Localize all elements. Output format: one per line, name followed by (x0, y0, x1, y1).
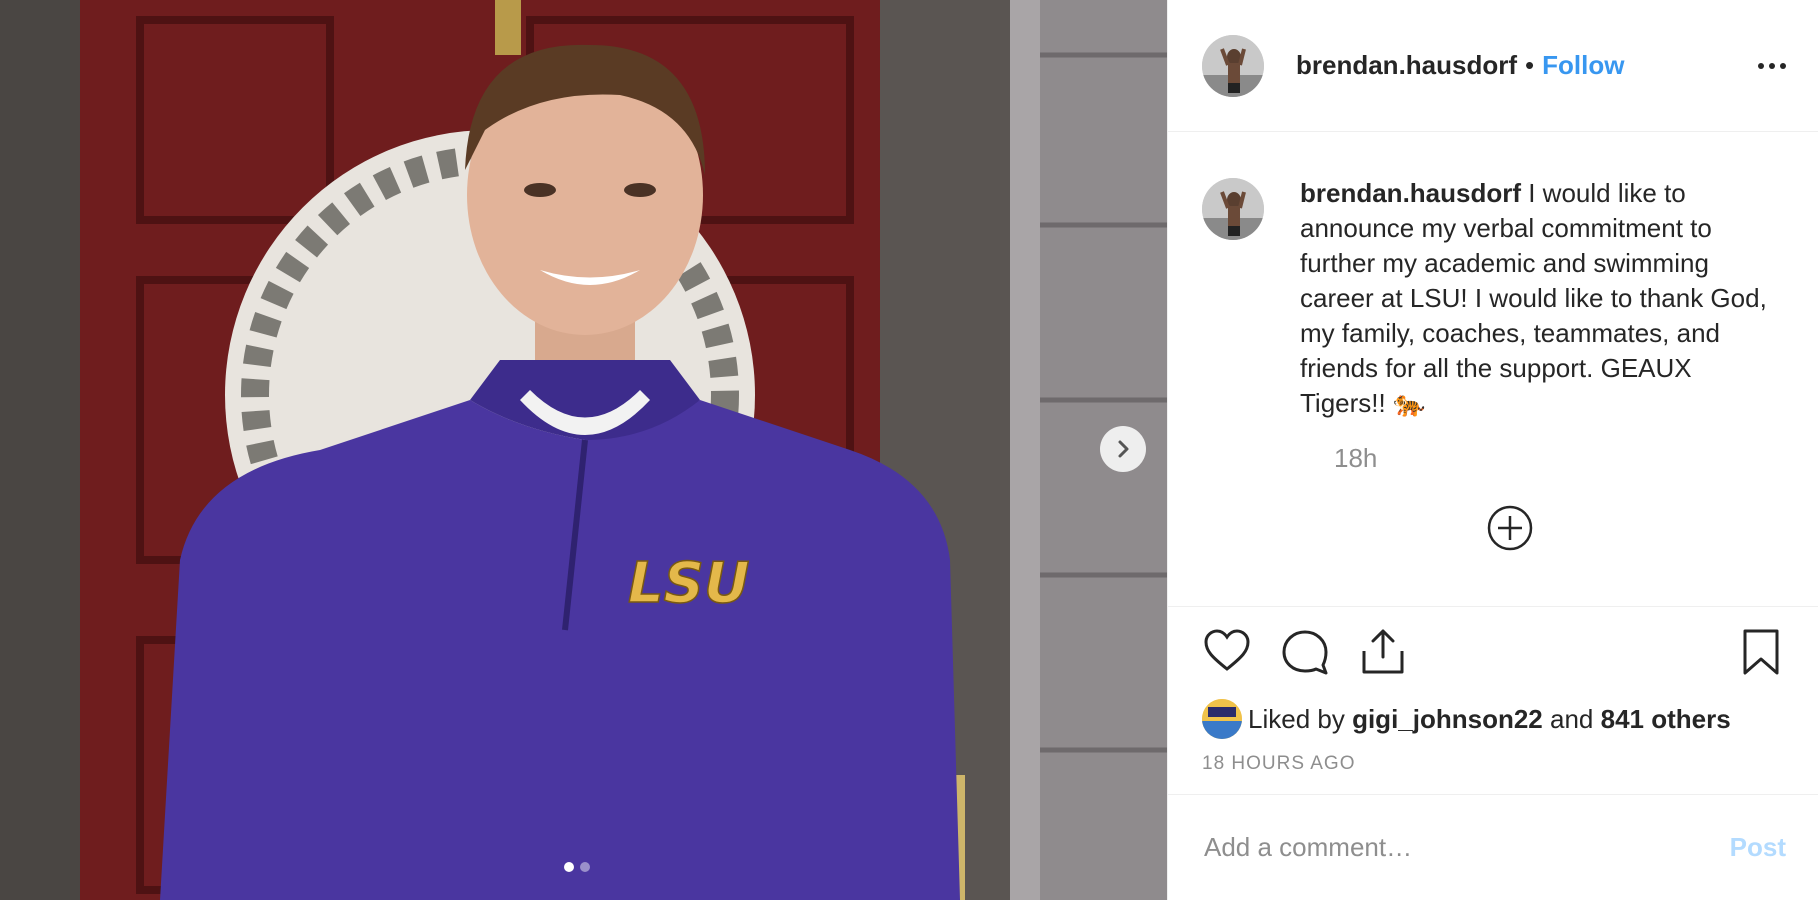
caption-username[interactable]: brendan.hausdorf (1300, 178, 1521, 208)
chevron-right-icon (1118, 440, 1129, 458)
more-options-icon[interactable] (1758, 53, 1786, 79)
comment-input[interactable] (1202, 831, 1730, 864)
caption-avatar[interactable] (1202, 178, 1264, 240)
photo-illustration: LSU (0, 0, 1167, 900)
avatar-image (1202, 178, 1264, 240)
action-bar (1168, 607, 1818, 697)
carousel-dot-active (564, 862, 574, 872)
caption: brendan.hausdorf I would like to announc… (1202, 176, 1784, 421)
follow-button[interactable]: Follow (1542, 50, 1624, 81)
caption-body: I would like to announce my verbal commi… (1300, 178, 1767, 418)
carousel-indicator (564, 862, 590, 872)
post-comment-button[interactable]: Post (1730, 832, 1786, 863)
post-header: brendan.hausdorf • Follow (1168, 0, 1818, 132)
header-separator: • (1525, 50, 1535, 80)
comments-section: brendan.hausdorf I would like to announc… (1168, 132, 1818, 607)
post-photo[interactable]: LSU (0, 0, 1167, 900)
likes-others-link[interactable]: 841 others (1601, 704, 1731, 735)
comment-icon[interactable] (1280, 627, 1330, 677)
post-side-panel: brendan.hausdorf • Follow brendan.hausdo… (1167, 0, 1818, 900)
likes-and: and (1550, 703, 1594, 734)
likes-prefix: Liked by (1248, 703, 1345, 734)
header-username[interactable]: brendan.hausdorf (1296, 50, 1517, 81)
lsu-logo: LSU (628, 551, 750, 616)
caption-time: 18h (1334, 443, 1378, 473)
likes-summary: Liked by gigi_johnson22 and 841 others (1168, 697, 1818, 741)
load-more-comments-icon[interactable] (1486, 504, 1534, 552)
liker-avatar-image (1202, 699, 1242, 739)
liker-username[interactable]: gigi_johnson22 (1352, 704, 1543, 735)
share-icon[interactable] (1358, 627, 1408, 677)
avatar-image (1202, 34, 1264, 97)
caption-text: brendan.hausdorf I would like to announc… (1300, 176, 1784, 421)
post-timestamp[interactable]: 18 HOURS AGO (1168, 741, 1818, 793)
liker-avatar[interactable] (1202, 699, 1242, 739)
carousel-next-button[interactable] (1100, 426, 1146, 472)
instagram-post: LSU brendan.hausdorf • Follow brendan.ha… (0, 0, 1818, 900)
like-heart-icon[interactable] (1202, 627, 1252, 677)
bookmark-icon[interactable] (1736, 627, 1786, 677)
carousel-dot (580, 862, 590, 872)
comment-form: Post (1168, 794, 1818, 900)
avatar[interactable] (1202, 34, 1264, 97)
